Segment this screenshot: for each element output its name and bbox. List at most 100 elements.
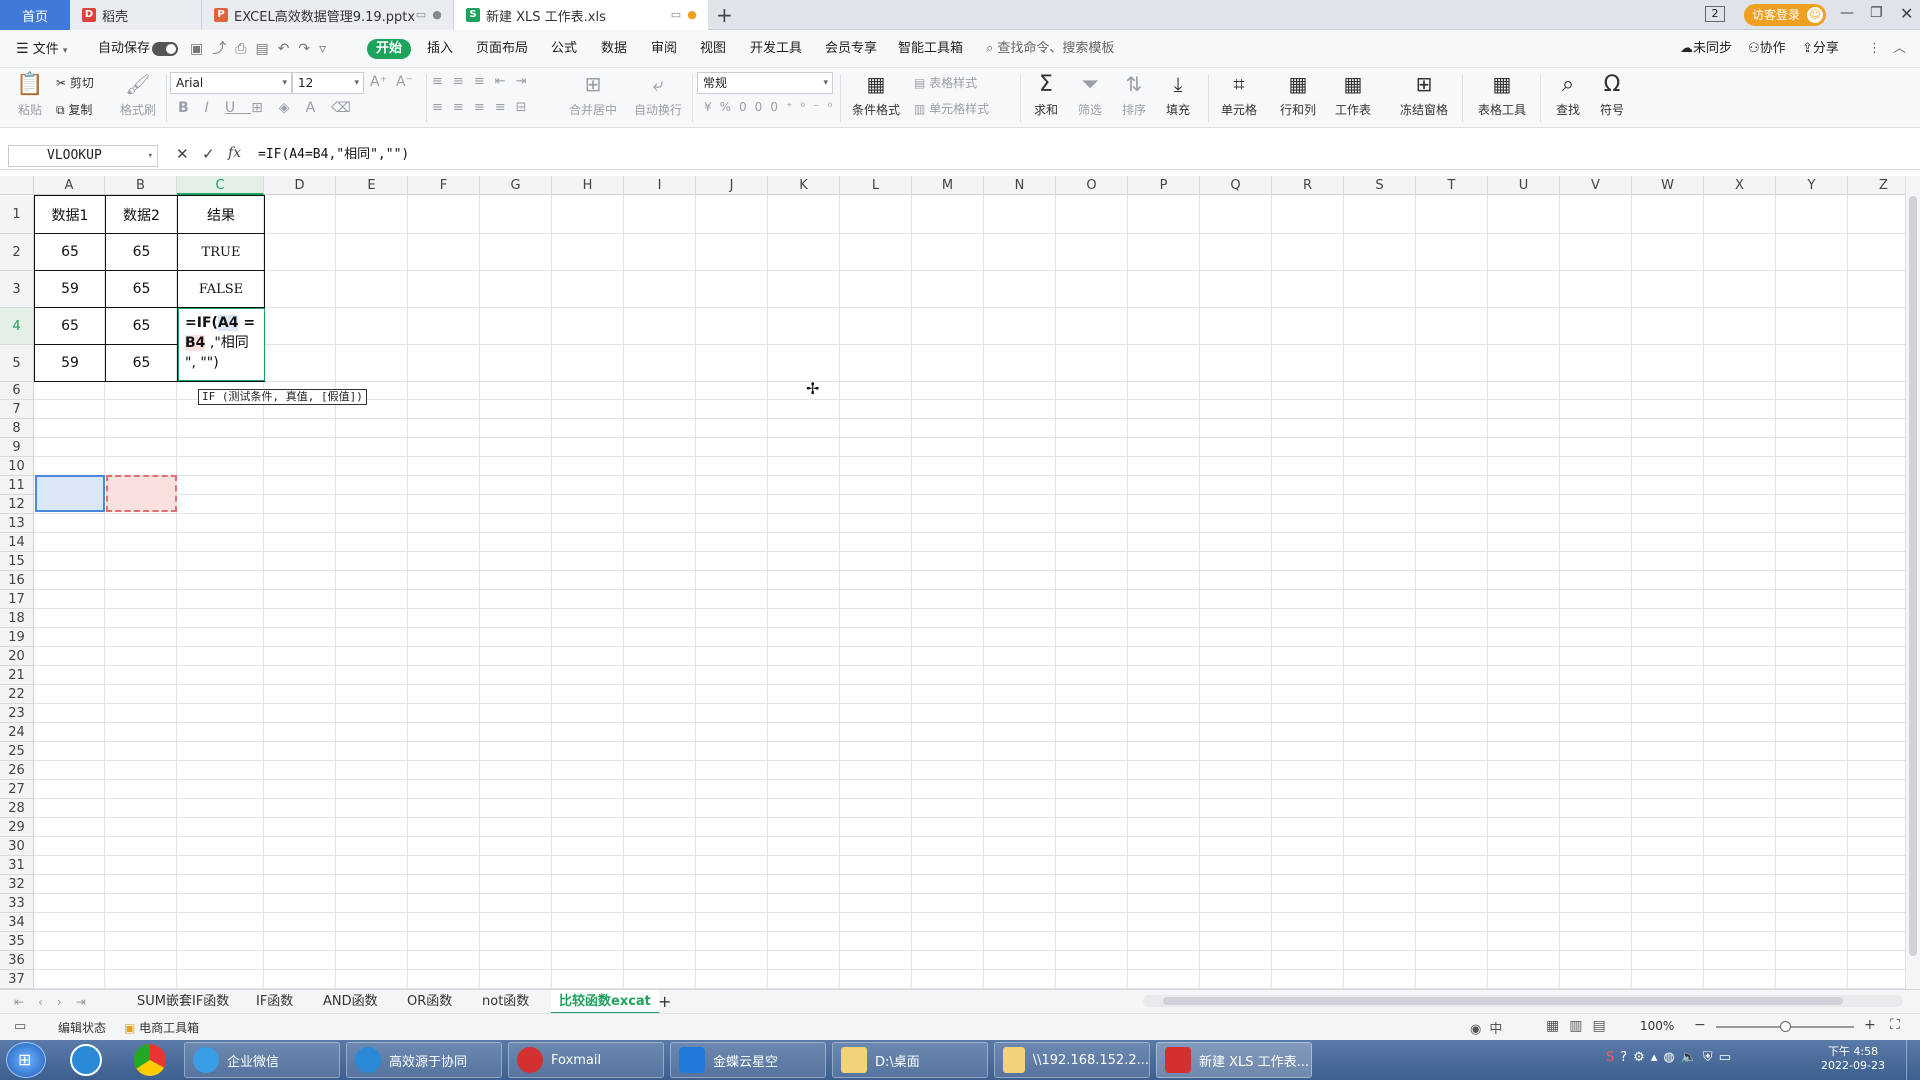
macro-record-icon[interactable]: ▭ — [14, 1019, 26, 1034]
row-header-15[interactable]: 15 — [0, 552, 34, 571]
tab-home[interactable]: 首页 — [0, 0, 70, 30]
taskbar-collab[interactable]: 高效源于协同 — [346, 1042, 502, 1078]
sheet-tab-and[interactable]: AND函数 — [323, 990, 378, 1014]
row-header-33[interactable]: 33 — [0, 894, 34, 913]
clock[interactable]: 下午 4:58 2022-09-23 — [1818, 1043, 1888, 1072]
cell-b4[interactable]: 65 — [106, 308, 177, 344]
sum-button[interactable]: Σ 求和 — [1026, 72, 1066, 118]
worksheet-button[interactable]: ▦ 工作表 — [1330, 72, 1376, 118]
tab-data[interactable]: 数据 — [601, 30, 627, 68]
format-painter-button[interactable]: 🖌 格式刷 — [116, 72, 160, 118]
shield-icon[interactable]: ⛨ — [1703, 1050, 1719, 1065]
column-header-q[interactable]: Q — [1200, 176, 1272, 195]
confirm-icon[interactable]: ✓ — [202, 145, 215, 163]
zoom-slider-thumb[interactable] — [1780, 1021, 1791, 1032]
row-header-13[interactable]: 13 — [0, 514, 34, 533]
fullscreen-icon[interactable]: ⛶ — [1890, 1017, 1900, 1033]
merge-center-button[interactable]: ⊞ 合并居中 — [562, 72, 624, 118]
cell-style-button[interactable]: ▥ 单元格样式 — [914, 100, 989, 117]
sheet-tab-not[interactable]: not函数 — [482, 990, 529, 1014]
align-center-icon[interactable]: ≡ — [453, 100, 474, 115]
column-header-m[interactable]: M — [912, 176, 984, 195]
bold-icon[interactable]: B — [178, 100, 205, 116]
print-icon[interactable]: ⎙ — [235, 41, 255, 57]
copy-button[interactable]: ⧉ 复制 — [56, 101, 92, 118]
new-tab-button[interactable]: + — [716, 3, 733, 27]
fill-button[interactable]: ⤓ 填充 — [1158, 72, 1198, 118]
cell-c3[interactable]: FALSE — [178, 271, 264, 307]
network-icon[interactable]: ◍ — [1663, 1050, 1680, 1065]
row-header-9[interactable]: 9 — [0, 438, 34, 457]
autosave-toggle[interactable] — [152, 42, 178, 56]
taskbar-desktop-folder[interactable]: D:\桌面 — [832, 1042, 988, 1078]
row-header-32[interactable]: 32 — [0, 875, 34, 894]
row-header-10[interactable]: 10 — [0, 457, 34, 476]
workspace-count-badge[interactable]: 2 — [1705, 6, 1725, 22]
sync-status[interactable]: ☁未同步 — [1680, 30, 1732, 68]
more-icon[interactable]: ⋮ — [1868, 30, 1881, 68]
row-header-14[interactable]: 14 — [0, 533, 34, 552]
indent-decrease-icon[interactable]: ⇤ — [495, 74, 516, 89]
save-icon[interactable]: ▣ — [190, 41, 212, 57]
sheet-tab-excat[interactable]: 比较函数excat — [551, 990, 659, 1014]
help-icon[interactable]: ? — [1620, 1050, 1633, 1065]
ecommerce-toolbox[interactable]: ▣ 电商工具箱 — [124, 1019, 199, 1036]
taskbar-wework[interactable]: 企业微信 — [184, 1042, 340, 1078]
symbol-button[interactable]: Ω 符号 — [1592, 72, 1632, 118]
column-header-t[interactable]: T — [1416, 176, 1488, 195]
row-header-21[interactable]: 21 — [0, 666, 34, 685]
row-header-1[interactable]: 1 — [0, 196, 34, 234]
sogou-icon[interactable]: S — [1606, 1050, 1620, 1065]
select-all-corner[interactable] — [0, 176, 34, 195]
row-header-19[interactable]: 19 — [0, 628, 34, 647]
row-header-34[interactable]: 34 — [0, 913, 34, 932]
name-box[interactable]: VLOOKUP ▾ — [8, 145, 158, 167]
column-header-x[interactable]: X — [1704, 176, 1776, 195]
cut-button[interactable]: ✂ 剪切 — [56, 74, 94, 91]
row-header-18[interactable]: 18 — [0, 609, 34, 628]
vertical-scrollbar[interactable] — [1905, 176, 1920, 989]
row-header-3[interactable]: 3 — [0, 271, 34, 308]
column-header-p[interactable]: P — [1128, 176, 1200, 195]
tray-expand-icon[interactable]: ▴ — [1651, 1050, 1664, 1065]
row-header-24[interactable]: 24 — [0, 723, 34, 742]
column-header-s[interactable]: S — [1344, 176, 1416, 195]
customize-icon[interactable]: ▿ — [319, 41, 335, 57]
row-header-7[interactable]: 7 — [0, 400, 34, 419]
row-header-20[interactable]: 20 — [0, 647, 34, 666]
cell-b5[interactable]: 65 — [106, 345, 177, 381]
distribute-icon[interactable]: ⊟ — [516, 100, 537, 115]
sheet-tab-if[interactable]: IF函数 — [256, 990, 293, 1014]
add-sheet-button[interactable]: + — [658, 990, 671, 1014]
column-header-d[interactable]: D — [264, 176, 336, 195]
sheet-tab-sum-if[interactable]: SUM嵌套IF函数 — [137, 990, 229, 1014]
clear-format-icon[interactable]: ⌫ — [331, 100, 367, 116]
zoom-level[interactable]: 100% — [1640, 1019, 1674, 1033]
conditional-format-button[interactable]: ▦ 条件格式 — [846, 72, 906, 118]
undo-icon[interactable]: ↶ — [278, 41, 299, 57]
preview-icon[interactable]: ▤ — [255, 41, 277, 57]
indent-increase-icon[interactable]: ⇥ — [516, 74, 537, 89]
column-header-u[interactable]: U — [1488, 176, 1560, 195]
row-header-31[interactable]: 31 — [0, 856, 34, 875]
column-header-j[interactable]: J — [696, 176, 768, 195]
start-menu-button[interactable]: ⊞ — [6, 1042, 46, 1078]
row-header-27[interactable]: 27 — [0, 780, 34, 799]
cell-b2[interactable]: 65 — [106, 234, 177, 270]
row-header-28[interactable]: 28 — [0, 799, 34, 818]
align-top-icon[interactable]: ≡ — [432, 74, 453, 89]
freeze-panes-button[interactable]: ⊞ 冻结窗格 — [1394, 72, 1454, 118]
justify-icon[interactable]: ≡ — [495, 100, 516, 115]
column-header-o[interactable]: O — [1056, 176, 1128, 195]
row-header-35[interactable]: 35 — [0, 932, 34, 951]
collab-button[interactable]: ⚇协作 — [1748, 30, 1786, 68]
row-header-12[interactable]: 12 — [0, 495, 34, 514]
align-bottom-icon[interactable]: ≡ — [474, 74, 495, 89]
tab-formula[interactable]: 公式 — [551, 30, 577, 68]
row-header-30[interactable]: 30 — [0, 837, 34, 856]
close-window-icon[interactable]: ✕ — [1900, 4, 1913, 23]
row-header-8[interactable]: 8 — [0, 419, 34, 438]
column-header-r[interactable]: R — [1272, 176, 1344, 195]
column-header-e[interactable]: E — [336, 176, 408, 195]
underline-icon[interactable]: U — [225, 100, 251, 116]
